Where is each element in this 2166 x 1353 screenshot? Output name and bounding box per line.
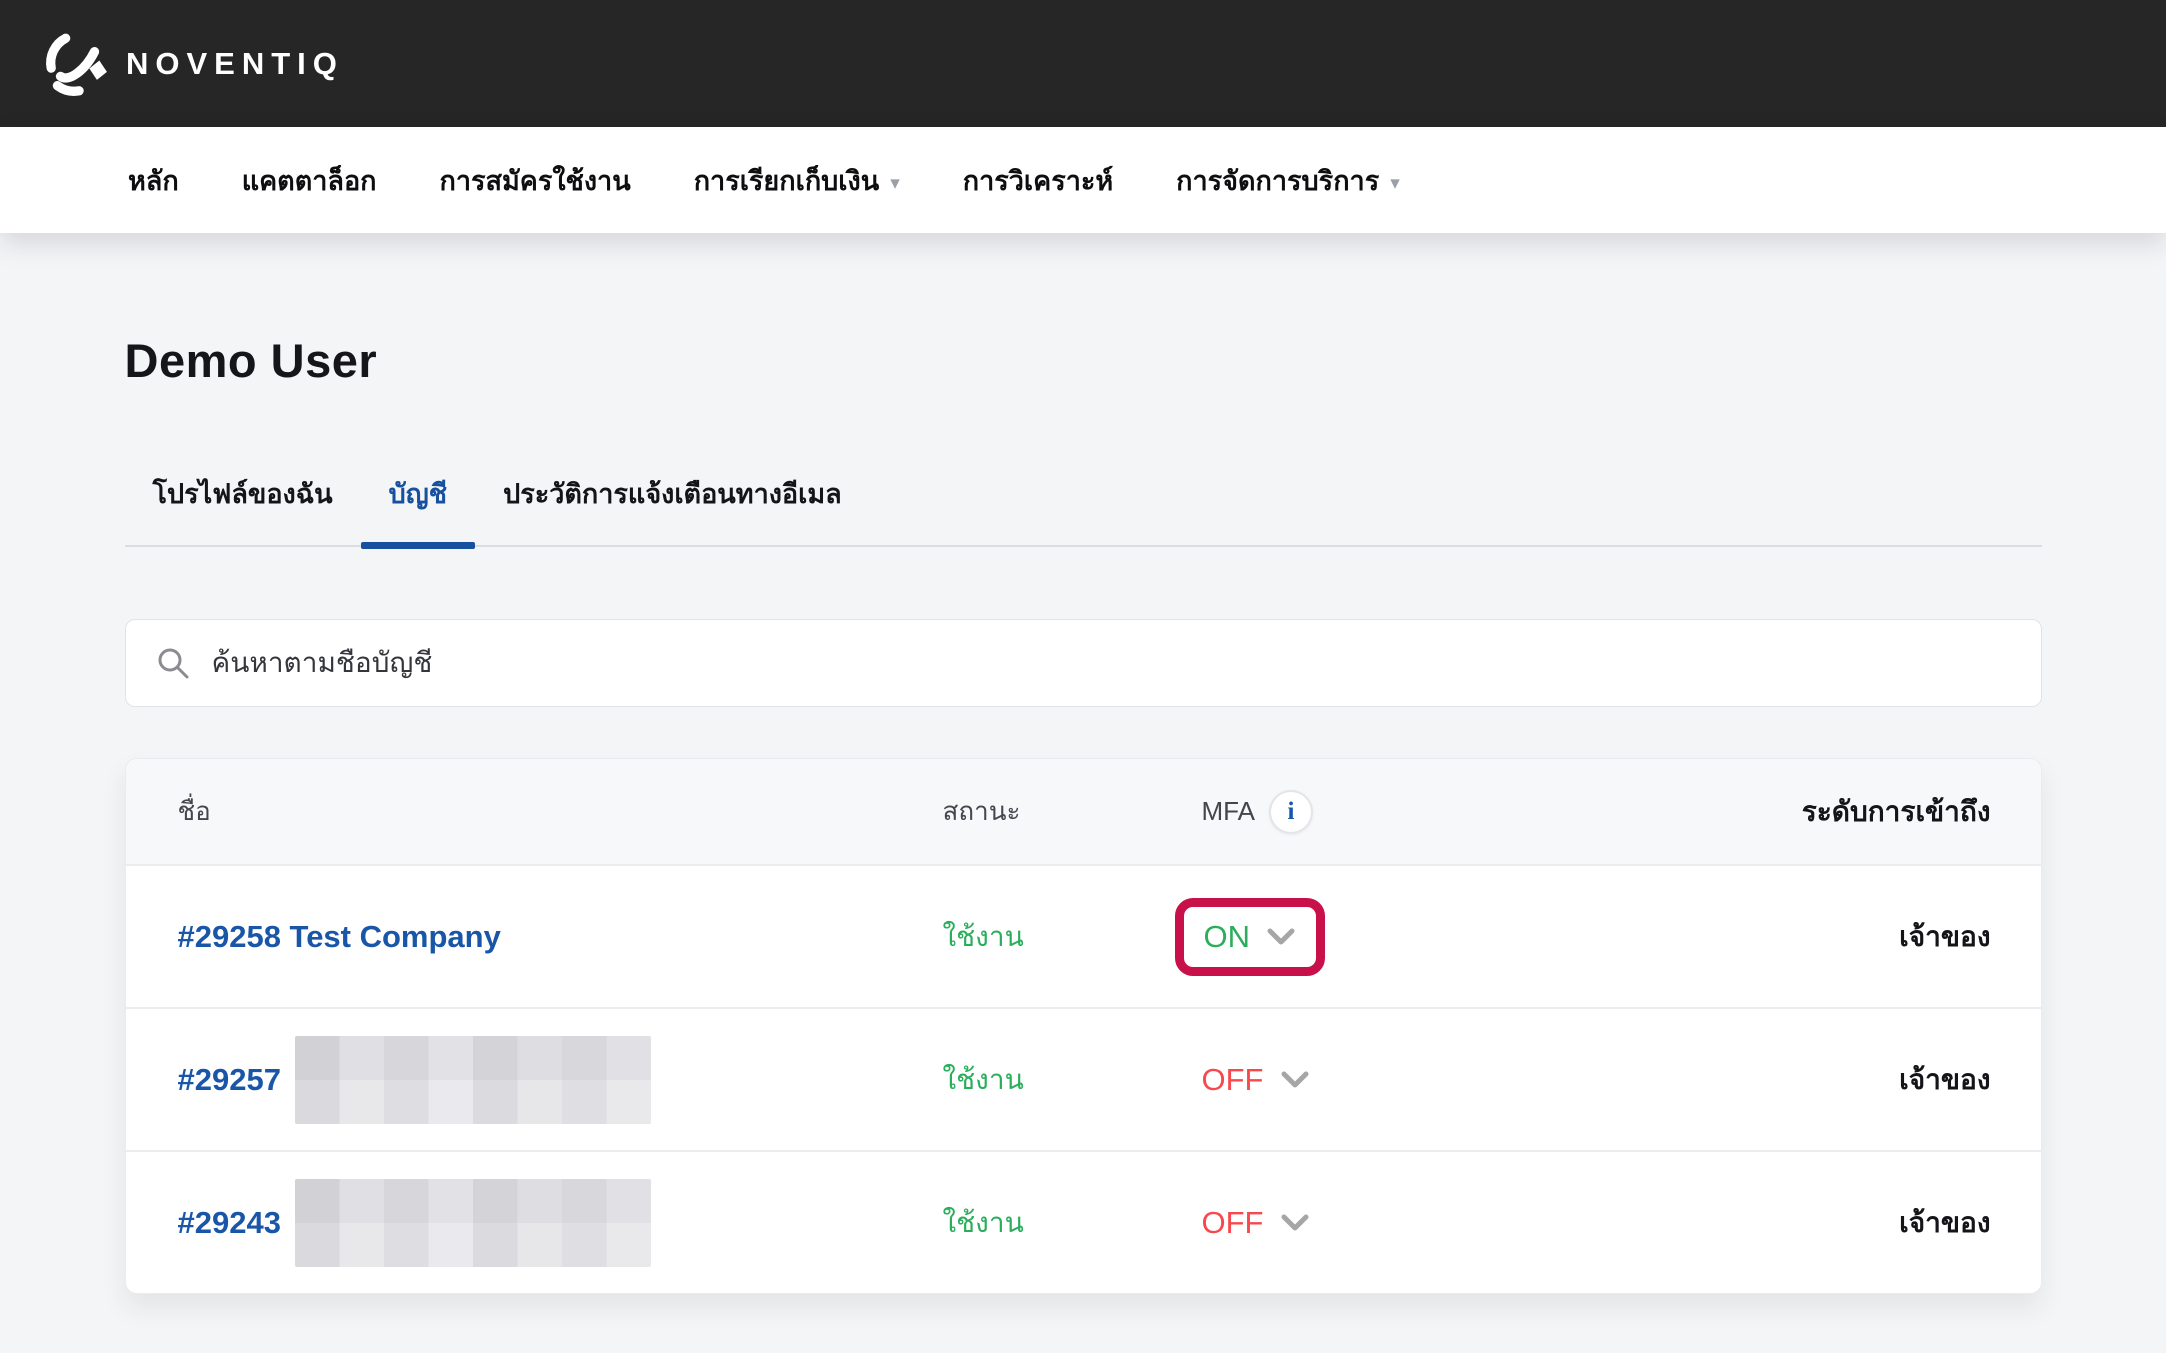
nav-item-subscriptions[interactable]: การสมัครใช้งาน: [440, 159, 631, 202]
nav-item-billing[interactable]: การเรียกเก็บเงิน ▾: [694, 159, 900, 202]
table-row: #29257 ใช้งาน OFF เจ้าของ: [126, 1007, 2041, 1150]
search-input[interactable]: [212, 647, 2011, 679]
noventiq-globe-icon: [44, 31, 110, 97]
mfa-info-icon[interactable]: i: [1269, 790, 1313, 834]
account-link[interactable]: #29243: [178, 1205, 281, 1241]
table-header-row: ชื่อ สถานะ MFA i ระดับการเข้าถึง: [126, 759, 2041, 864]
column-header-status: สถานะ: [943, 791, 1168, 832]
status-badge: ใช้งาน: [943, 1058, 1168, 1102]
accounts-table: ชื่อ สถานะ MFA i ระดับการเข้าถึง #29258 …: [125, 758, 2042, 1294]
tab-label: บัญชี: [389, 479, 447, 509]
chevron-down-icon: ▾: [1390, 172, 1400, 195]
status-badge: ใช้งาน: [943, 915, 1168, 959]
mfa-dropdown[interactable]: OFF: [1202, 1205, 1310, 1241]
top-app-bar: NOVENTIQ: [0, 0, 2166, 127]
nav-item-service-management[interactable]: การจัดการบริการ ▾: [1176, 159, 1400, 202]
nav-item-label: หลัก: [128, 159, 179, 202]
mfa-header-label: MFA: [1202, 796, 1255, 827]
tab-email-notification-history[interactable]: ประวัติการแจ้งเตือนทางอีเมล: [475, 472, 870, 545]
table-row: #29258 Test Company ใช้งาน ON เจ้าของ: [126, 864, 2041, 1007]
nav-item-catalog[interactable]: แคตตาล็อก: [242, 159, 377, 202]
account-link[interactable]: #29258 Test Company: [178, 919, 501, 955]
brand-name: NOVENTIQ: [126, 46, 344, 82]
account-search-box[interactable]: [125, 619, 2042, 707]
column-header-mfa: MFA i: [1168, 790, 1498, 834]
noventiq-logo[interactable]: NOVENTIQ: [44, 31, 344, 97]
mfa-dropdown-highlighted[interactable]: ON: [1175, 898, 1326, 976]
page-title: Demo User: [125, 333, 2042, 388]
profile-tabs: โปรไฟล์ของฉัน บัญชี ประวัติการแจ้งเตือนท…: [125, 472, 2042, 547]
nav-item-home[interactable]: หลัก: [128, 159, 179, 202]
search-icon: [156, 646, 190, 680]
chevron-down-icon: [1280, 1070, 1310, 1090]
nav-item-label: การจัดการบริการ: [1176, 159, 1379, 202]
chevron-down-icon: [1266, 927, 1296, 947]
mfa-value: OFF: [1202, 1062, 1264, 1098]
nav-item-label: การเรียกเก็บเงิน: [694, 159, 880, 202]
status-badge: ใช้งาน: [943, 1201, 1168, 1245]
tab-accounts[interactable]: บัญชี: [361, 472, 475, 545]
nav-item-analytics[interactable]: การวิเคราะห์: [963, 159, 1113, 202]
chevron-down-icon: ▾: [890, 172, 900, 195]
redacted-account-name: [295, 1179, 651, 1267]
page-content: Demo User โปรไฟล์ของฉัน บัญชี ประวัติการ…: [125, 333, 2042, 1294]
nav-item-label: การวิเคราะห์: [963, 159, 1113, 202]
mfa-value: OFF: [1202, 1205, 1264, 1241]
tab-my-profile[interactable]: โปรไฟล์ของฉัน: [125, 472, 361, 545]
nav-item-label: การสมัครใช้งาน: [440, 159, 631, 202]
access-level: เจ้าของ: [1498, 915, 1991, 959]
account-link[interactable]: #29257: [178, 1062, 281, 1098]
tab-label: ประวัติการแจ้งเตือนทางอีเมล: [503, 479, 842, 509]
table-row: #29243 ใช้งาน OFF เจ้าของ: [126, 1150, 2041, 1293]
column-header-access-level: ระดับการเข้าถึง: [1498, 790, 1991, 834]
column-header-name: ชื่อ: [178, 791, 943, 832]
chevron-down-icon: [1280, 1213, 1310, 1233]
tab-label: โปรไฟล์ของฉัน: [153, 479, 333, 509]
main-navbar: หลัก แคตตาล็อก การสมัครใช้งาน การเรียกเก…: [0, 127, 2166, 233]
nav-item-label: แคตตาล็อก: [242, 159, 377, 202]
access-level: เจ้าของ: [1498, 1201, 1991, 1245]
mfa-value: ON: [1204, 919, 1251, 955]
redacted-account-name: [295, 1036, 651, 1124]
access-level: เจ้าของ: [1498, 1058, 1991, 1102]
mfa-dropdown[interactable]: OFF: [1202, 1062, 1310, 1098]
